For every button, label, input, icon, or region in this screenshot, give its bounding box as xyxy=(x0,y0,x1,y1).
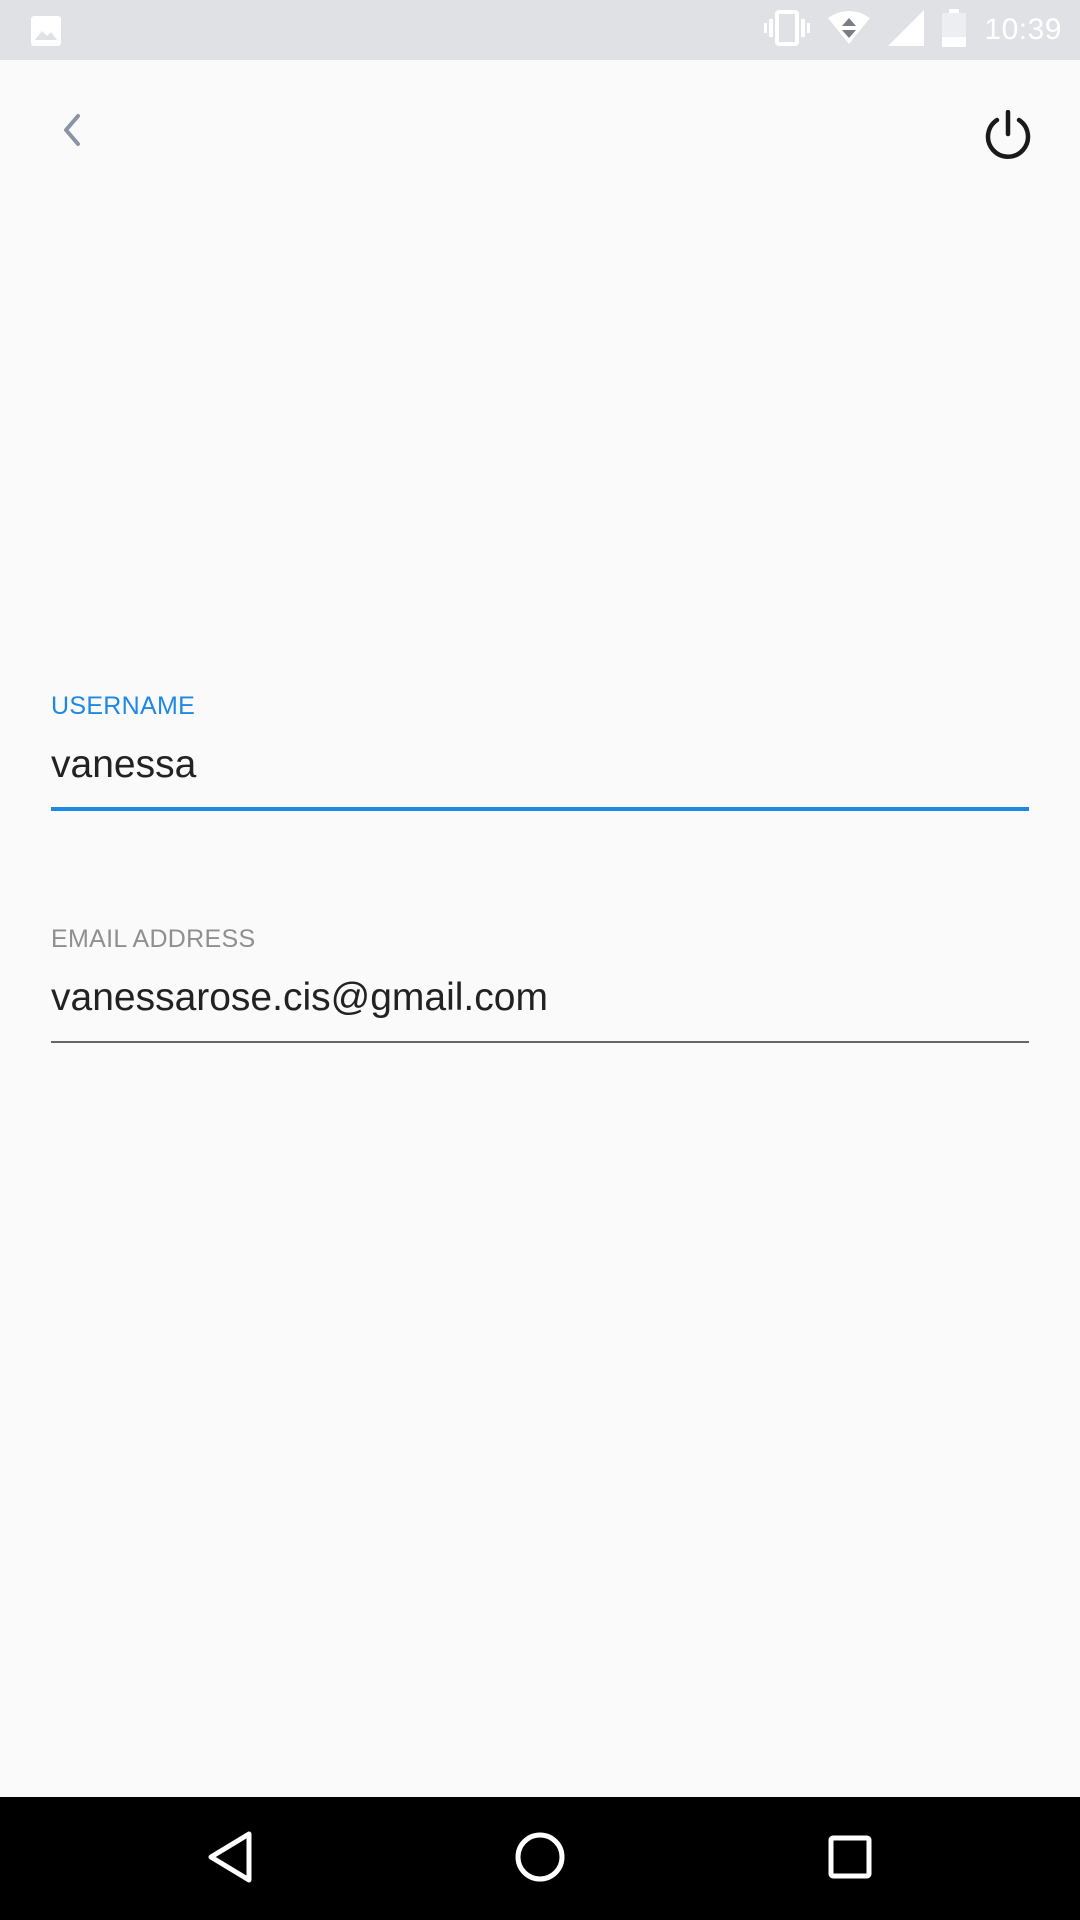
chevron-left-icon xyxy=(56,110,88,155)
username-field[interactable]: USERNAME vanessa xyxy=(51,692,1029,811)
email-underline xyxy=(51,1041,1029,1043)
username-input[interactable]: vanessa xyxy=(51,743,1029,789)
nav-recents-icon xyxy=(827,1834,873,1885)
navigation-bar xyxy=(0,1797,1080,1920)
username-underline xyxy=(51,807,1029,811)
wifi-icon xyxy=(828,10,871,51)
email-field[interactable]: EMAIL ADDRESS vanessarose.cis@gmail.com xyxy=(51,925,1029,1043)
image-notification-icon xyxy=(30,15,62,47)
username-label: USERNAME xyxy=(51,692,196,720)
back-button[interactable] xyxy=(40,100,104,164)
status-icons: 10:39 xyxy=(764,0,1062,60)
nav-recents-button[interactable] xyxy=(815,1824,885,1894)
cell-signal-icon xyxy=(888,9,925,51)
vibrate-icon xyxy=(764,9,811,51)
battery-icon xyxy=(942,8,967,52)
nav-home-button[interactable] xyxy=(505,1824,575,1894)
nav-home-icon xyxy=(514,1831,566,1888)
power-button[interactable] xyxy=(970,100,1046,176)
status-time: 10:39 xyxy=(984,13,1062,46)
nav-back-button[interactable] xyxy=(195,1824,265,1894)
nav-back-icon xyxy=(205,1830,255,1889)
power-icon xyxy=(982,109,1034,167)
email-input[interactable]: vanessarose.cis@gmail.com xyxy=(51,976,1029,1022)
status-bar: 10:39 xyxy=(0,0,1080,60)
screen: 10:39 USERNAME vanessa EMAIL ADDRESS van… xyxy=(0,0,1080,1920)
email-label: EMAIL ADDRESS xyxy=(51,925,256,953)
